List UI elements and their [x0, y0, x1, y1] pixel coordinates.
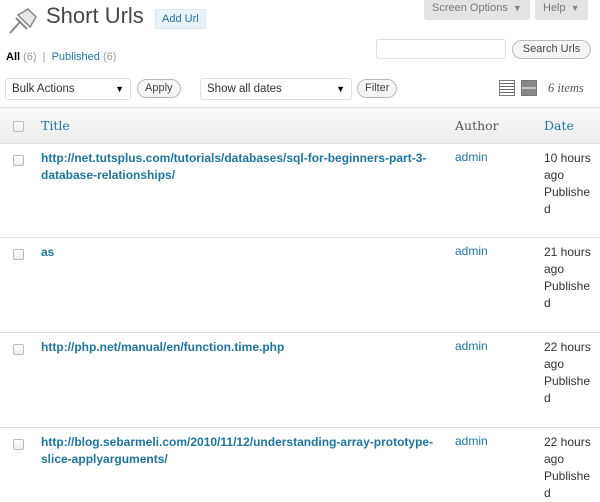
dates-value: Show all dates — [207, 83, 282, 95]
row-title-link[interactable]: http://blog.sebarmeli.com/2010/11/12/und… — [41, 434, 439, 468]
row-author-link[interactable]: admin — [455, 244, 488, 258]
help-label: Help — [543, 2, 566, 14]
row-status: Published — [544, 469, 591, 500]
dropdown-arrow-icon: ▼ — [336, 84, 345, 94]
screen-options-tab[interactable]: Screen Options ▼ — [424, 0, 530, 20]
column-date-header[interactable]: Date — [544, 118, 574, 133]
row-author-link[interactable]: admin — [455, 150, 488, 164]
table-row: http://net.tutsplus.com/tutorials/databa… — [0, 144, 600, 238]
bulk-actions-select[interactable]: Bulk Actions ▼ — [5, 78, 131, 100]
row-status: Published — [544, 185, 591, 216]
filter-button[interactable]: Filter — [357, 79, 398, 98]
row-status: Published — [544, 374, 591, 405]
page-title: Short Urls — [46, 3, 144, 28]
list-view-icon[interactable] — [499, 80, 515, 96]
excerpt-view-icon[interactable] — [521, 80, 537, 96]
help-tab[interactable]: Help ▼ — [535, 0, 588, 20]
row-checkbox[interactable] — [13, 344, 24, 355]
column-title-header[interactable]: Title — [41, 118, 70, 133]
row-date: 22 hours ago Published — [544, 339, 594, 407]
row-date-ago: 21 hours ago — [544, 245, 591, 276]
status-filter-links: All (6) | Published (6) — [6, 51, 116, 63]
row-date-ago: 22 hours ago — [544, 340, 591, 371]
table-row: http://php.net/manual/en/function.time.p… — [0, 333, 600, 428]
apply-button[interactable]: Apply — [137, 79, 181, 98]
table-row: as admin 21 hours ago Published — [0, 238, 600, 333]
filter-separator: | — [42, 51, 46, 63]
dropdown-arrow-icon: ▼ — [115, 84, 124, 94]
search-input[interactable] — [376, 39, 506, 59]
row-author-link[interactable]: admin — [455, 339, 488, 353]
column-author-header: Author — [455, 118, 499, 133]
row-date: 22 hours ago Published — [544, 434, 594, 502]
filter-published-link[interactable]: Published — [52, 51, 100, 63]
chevron-down-icon: ▼ — [570, 3, 580, 13]
row-date: 10 hours ago Published — [544, 150, 594, 218]
row-checkbox[interactable] — [13, 155, 24, 166]
filter-all-count: (6) — [23, 51, 37, 63]
row-title-link[interactable]: http://php.net/manual/en/function.time.p… — [41, 339, 439, 356]
bulk-actions-value: Bulk Actions — [12, 83, 75, 95]
row-checkbox[interactable] — [13, 439, 24, 450]
row-date: 21 hours ago Published — [544, 244, 594, 312]
table-header: Title Author Date — [0, 107, 600, 144]
row-status: Published — [544, 279, 591, 310]
add-url-button[interactable]: Add Url — [155, 9, 206, 29]
row-date-ago: 10 hours ago — [544, 151, 591, 182]
row-title-link[interactable]: as — [41, 244, 439, 261]
select-all-checkbox[interactable] — [13, 121, 24, 132]
row-title-link[interactable]: http://net.tutsplus.com/tutorials/databa… — [41, 150, 439, 184]
row-checkbox[interactable] — [13, 249, 24, 260]
filter-published-count: (6) — [102, 51, 117, 63]
search-button[interactable]: Search Urls — [512, 40, 591, 59]
screen-options-label: Screen Options — [432, 2, 508, 14]
row-author-link[interactable]: admin — [455, 434, 488, 448]
items-count: 6 items — [548, 81, 584, 95]
filter-all-label[interactable]: All — [6, 51, 20, 63]
table-row: http://blog.sebarmeli.com/2010/11/12/und… — [0, 428, 600, 500]
row-date-ago: 22 hours ago — [544, 435, 591, 466]
dates-select[interactable]: Show all dates ▼ — [200, 78, 352, 100]
pushpin-icon — [6, 5, 40, 35]
chevron-down-icon: ▼ — [512, 3, 522, 13]
